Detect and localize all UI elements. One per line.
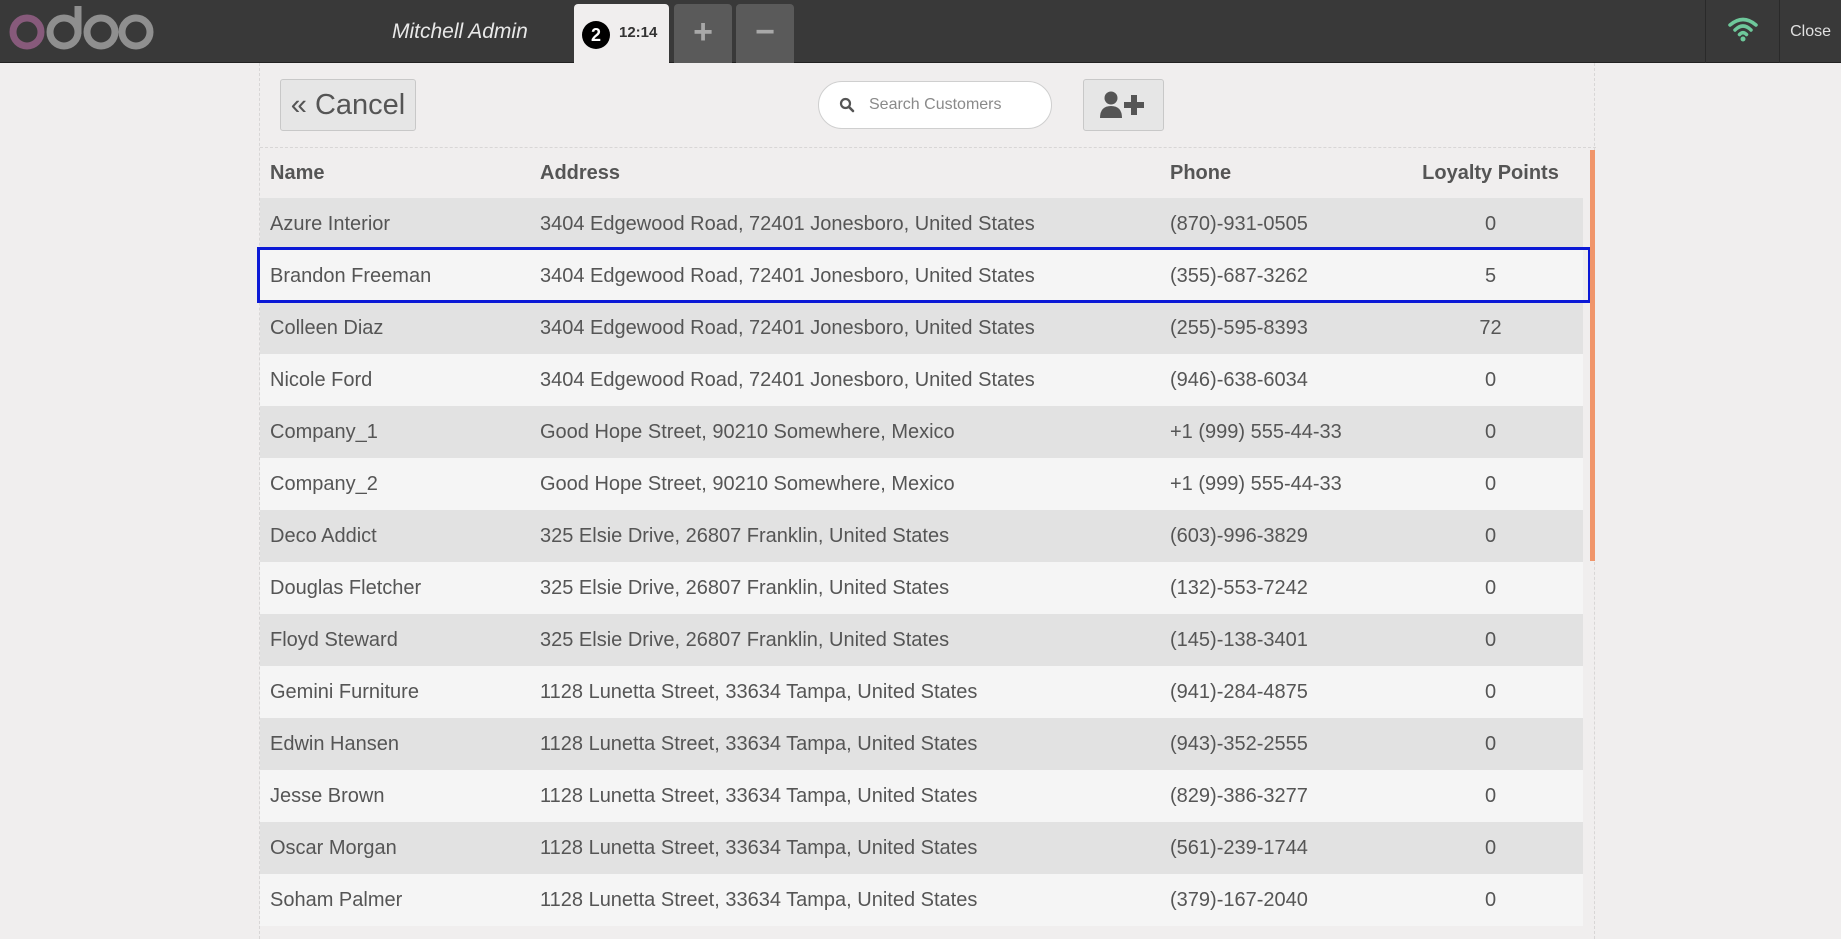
customer-phone-cell: (355)-687-3262 [1160, 250, 1398, 302]
customer-loyalty-points-cell: 0 [1398, 718, 1583, 770]
customer-name-cell: Nicole Ford [260, 354, 530, 406]
table-row[interactable]: Azure Interior 3404 Edgewood Road, 72401 … [260, 198, 1583, 250]
customer-name-cell: Deco Addict [260, 510, 530, 562]
customer-loyalty-points-cell: 0 [1398, 510, 1583, 562]
customer-loyalty-points-cell: 0 [1398, 770, 1583, 822]
table-row[interactable]: Edwin Hansen 1128 Lunetta Street, 33634 T… [260, 718, 1583, 770]
user-plus-icon [1100, 91, 1144, 118]
customer-phone-cell: (561)-239-1744 [1160, 822, 1398, 874]
table-row[interactable]: Douglas Fletcher 325 Elsie Drive, 26807 F… [260, 562, 1583, 614]
customer-address-cell: Good Hope Street, 90210 Somewhere, Mexic… [530, 406, 1160, 458]
customer-phone-cell: (145)-138-3401 [1160, 614, 1398, 666]
header-address: Address [530, 148, 1160, 198]
customer-address-cell: 1128 Lunetta Street, 33634 Tampa, United… [530, 770, 1160, 822]
search-customers-input[interactable] [867, 92, 1037, 118]
customer-address-cell: 325 Elsie Drive, 26807 Franklin, United … [530, 510, 1160, 562]
customer-name-cell: Company_2 [260, 458, 530, 510]
customer-name-cell: Brandon Freeman [260, 250, 530, 302]
customer-address-cell: 3404 Edgewood Road, 72401 Jonesboro, Uni… [530, 250, 1160, 302]
search-icon [839, 97, 855, 113]
customer-list-screen: « Cancel Name Address Phone Loy [257, 63, 1596, 939]
order-time: 12:14 [619, 24, 658, 41]
customer-phone-cell: (941)-284-4875 [1160, 666, 1398, 718]
table-row[interactable]: Floyd Steward 325 Elsie Drive, 26807 Fran… [260, 614, 1583, 666]
table-row[interactable]: Company_1 Good Hope Street, 90210 Somewhe… [260, 406, 1583, 458]
new-customer-button[interactable] [1083, 79, 1164, 131]
customer-phone-cell: (870)-931-0505 [1160, 198, 1398, 250]
table-row[interactable]: Soham Palmer 1128 Lunetta Street, 33634 T… [260, 874, 1583, 926]
customer-address-cell: 1128 Lunetta Street, 33634 Tampa, United… [530, 874, 1160, 926]
customer-loyalty-points-cell: 0 [1398, 614, 1583, 666]
customer-name-cell: Oscar Morgan [260, 822, 530, 874]
close-button[interactable]: Close [1779, 0, 1841, 63]
customer-name-cell: Floyd Steward [260, 614, 530, 666]
customer-phone-cell: (946)-638-6034 [1160, 354, 1398, 406]
customer-address-cell: 1128 Lunetta Street, 33634 Tampa, United… [530, 666, 1160, 718]
connection-status[interactable] [1705, 0, 1779, 63]
customer-name-cell: Colleen Diaz [260, 302, 530, 354]
table-row[interactable]: Gemini Furniture 1128 Lunetta Street, 336… [260, 666, 1583, 718]
order-number-badge: 2 [582, 21, 610, 49]
customer-address-cell: Good Hope Street, 90210 Somewhere, Mexic… [530, 458, 1160, 510]
customer-address-cell: 1128 Lunetta Street, 33634 Tampa, United… [530, 822, 1160, 874]
customer-name-cell: Jesse Brown [260, 770, 530, 822]
header-name: Name [260, 148, 530, 198]
customer-loyalty-points-cell: 0 [1398, 822, 1583, 874]
customer-loyalty-points-cell: 0 [1398, 198, 1583, 250]
customer-name-cell: Gemini Furniture [260, 666, 530, 718]
customer-search-box[interactable] [818, 81, 1052, 129]
customer-loyalty-points-cell: 0 [1398, 874, 1583, 926]
header-loyalty-points: Loyalty Points [1398, 148, 1583, 198]
customer-loyalty-points-cell: 0 [1398, 562, 1583, 614]
customer-loyalty-points-cell: 0 [1398, 354, 1583, 406]
scrollbar[interactable] [1590, 150, 1595, 561]
customer-address-cell: 3404 Edgewood Road, 72401 Jonesboro, Uni… [530, 354, 1160, 406]
customer-phone-cell: (379)-167-2040 [1160, 874, 1398, 926]
wifi-icon [1728, 17, 1758, 42]
odoo-logo [9, 6, 154, 50]
table-row[interactable]: Oscar Morgan 1128 Lunetta Street, 33634 T… [260, 822, 1583, 874]
table-row[interactable]: Deco Addict 325 Elsie Drive, 26807 Frankl… [260, 510, 1583, 562]
top-bar: Mitchell Admin 2 12:14 + − Close [0, 0, 1841, 63]
customer-address-cell: 3404 Edgewood Road, 72401 Jonesboro, Uni… [530, 302, 1160, 354]
customer-name-cell: Company_1 [260, 406, 530, 458]
customer-phone-cell: (603)-996-3829 [1160, 510, 1398, 562]
table-row[interactable]: Jesse Brown 1128 Lunetta Street, 33634 Ta… [260, 770, 1583, 822]
customer-loyalty-points-cell: 72 [1398, 302, 1583, 354]
customer-name-cell: Edwin Hansen [260, 718, 530, 770]
customer-loyalty-points-cell: 0 [1398, 666, 1583, 718]
customer-phone-cell: (255)-595-8393 [1160, 302, 1398, 354]
cashier-name[interactable]: Mitchell Admin [392, 0, 528, 63]
customer-loyalty-points-cell: 0 [1398, 458, 1583, 510]
customer-table: Name Address Phone Loyalty Points Azure … [260, 148, 1583, 926]
table-header-row: Name Address Phone Loyalty Points [260, 148, 1583, 198]
order-tab-selected[interactable]: 2 12:14 [574, 4, 669, 63]
customer-loyalty-points-cell: 5 [1398, 250, 1583, 302]
cancel-button[interactable]: « Cancel [280, 79, 416, 131]
customer-phone-cell: (943)-352-2555 [1160, 718, 1398, 770]
customer-name-cell: Douglas Fletcher [260, 562, 530, 614]
customer-address-cell: 325 Elsie Drive, 26807 Franklin, United … [530, 562, 1160, 614]
table-row[interactable]: Company_2 Good Hope Street, 90210 Somewhe… [260, 458, 1583, 510]
table-row[interactable]: Colleen Diaz 3404 Edgewood Road, 72401 Jo… [260, 302, 1583, 354]
customer-name-cell: Azure Interior [260, 198, 530, 250]
customer-loyalty-points-cell: 0 [1398, 406, 1583, 458]
customer-name-cell: Soham Palmer [260, 874, 530, 926]
customer-phone-cell: (132)-553-7242 [1160, 562, 1398, 614]
header-phone: Phone [1160, 148, 1398, 198]
add-order-button[interactable]: + [674, 4, 732, 63]
table-row-selected[interactable]: Brandon Freeman 3404 Edgewood Road, 72401… [260, 250, 1583, 302]
remove-order-button[interactable]: − [736, 4, 794, 63]
customer-list: Name Address Phone Loyalty Points Azure … [257, 147, 1596, 939]
customer-phone-cell: +1 (999) 555-44-33 [1160, 406, 1398, 458]
customer-address-cell: 325 Elsie Drive, 26807 Franklin, United … [530, 614, 1160, 666]
table-row[interactable]: Nicole Ford 3404 Edgewood Road, 72401 Jon… [260, 354, 1583, 406]
customer-address-cell: 3404 Edgewood Road, 72401 Jonesboro, Uni… [530, 198, 1160, 250]
customer-phone-cell: (829)-386-3277 [1160, 770, 1398, 822]
customer-address-cell: 1128 Lunetta Street, 33634 Tampa, United… [530, 718, 1160, 770]
customer-phone-cell: +1 (999) 555-44-33 [1160, 458, 1398, 510]
